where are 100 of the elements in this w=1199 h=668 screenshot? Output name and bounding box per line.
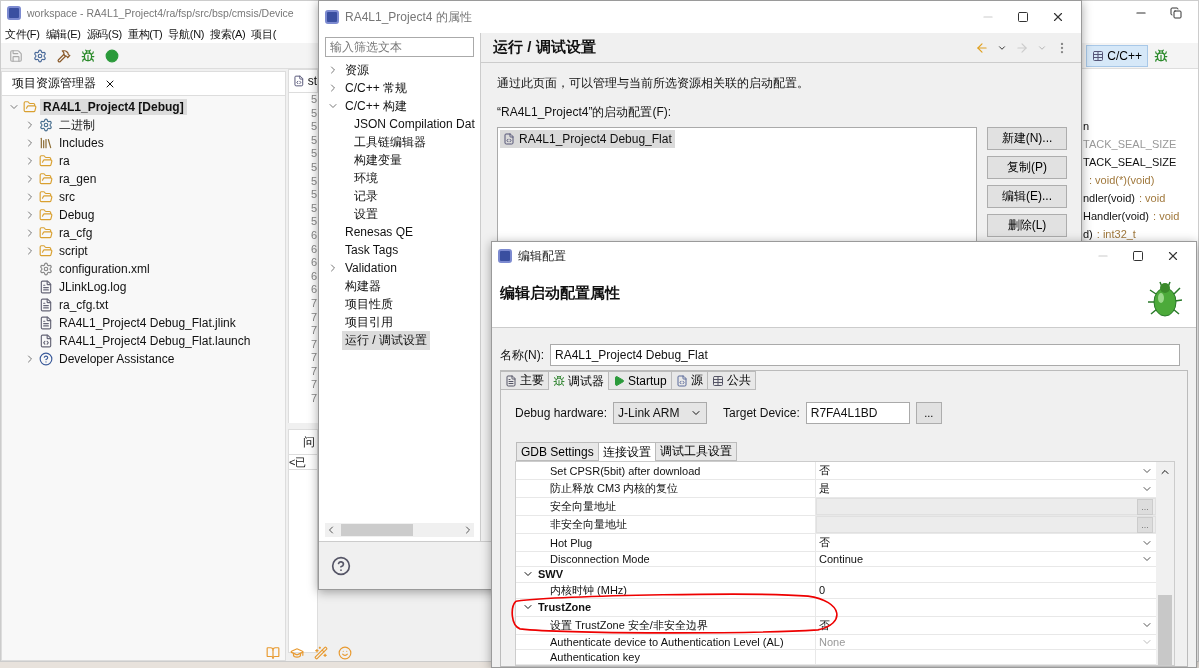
tab[interactable]: 调试器 — [548, 371, 609, 390]
dialog-button[interactable]: 编辑(E)... — [987, 185, 1067, 208]
tree-item[interactable]: 构建变量 — [351, 150, 405, 170]
tree-item[interactable]: C/C++ 常规 — [342, 78, 410, 98]
bug-icon[interactable] — [1154, 48, 1168, 63]
view-tab[interactable]: 问 — [303, 433, 315, 451]
tree-item[interactable]: 工具链编辑器 — [351, 132, 429, 152]
save-icon[interactable] — [9, 48, 23, 63]
back-icon[interactable] — [975, 40, 989, 55]
bug-icon[interactable] — [81, 48, 95, 63]
menu-item[interactable]: 源码(S) — [86, 26, 122, 42]
device-field[interactable]: R7FA4L1BD — [805, 402, 910, 424]
menu-item[interactable]: 文件(F) — [5, 26, 40, 42]
group-header[interactable]: TrustZone — [522, 601, 592, 613]
tree-item[interactable]: RA4L1_Project4 [Debug] — [40, 99, 187, 115]
tree-item[interactable]: 资源 — [342, 60, 372, 80]
source-folder-icon — [39, 154, 53, 168]
tree-item[interactable]: 项目性质 — [342, 294, 396, 314]
gear-icon[interactable] — [33, 48, 47, 63]
property-name: Authentication key — [550, 650, 640, 663]
outline-item[interactable]: Handler(void) — [1083, 210, 1150, 222]
play-icon — [613, 374, 625, 387]
tree-item[interactable]: 设置 — [351, 204, 381, 224]
menu-item[interactable]: 项目( — [251, 26, 277, 42]
filter-field[interactable]: 输入筛选文本 — [325, 37, 474, 57]
tree-item[interactable]: ra_cfg — [56, 225, 96, 241]
browse-button[interactable]: ... — [915, 402, 942, 424]
file-icon — [293, 75, 305, 87]
tab[interactable]: GDB Settings — [516, 442, 599, 461]
tree-item[interactable]: 记录 — [351, 186, 381, 206]
tab[interactable]: 连接设置 — [597, 442, 656, 461]
dialog-button[interactable]: 删除(L) — [987, 214, 1067, 237]
perspective-icon — [1092, 49, 1105, 62]
tree-item[interactable]: Developer Assistance — [56, 351, 178, 367]
tree-item[interactable]: ra — [56, 153, 73, 169]
line-number: 5 — [311, 133, 318, 148]
tree-item[interactable]: script — [56, 243, 91, 259]
tree-item[interactable]: Renesas QE — [342, 224, 417, 240]
tab[interactable]: 主要 — [500, 371, 549, 390]
tree-item[interactable]: C/C++ 构建 — [342, 96, 410, 116]
outline-item[interactable]: n — [1083, 120, 1090, 132]
restore-icon[interactable] — [1170, 7, 1182, 19]
smiley-icon[interactable] — [338, 646, 352, 660]
tree-item[interactable]: JSON Compilation Dat — [351, 116, 478, 132]
hardware-dropdown[interactable]: J-Link ARM — [613, 402, 708, 424]
tree-item[interactable]: 构建器 — [342, 276, 384, 296]
horizontal-scrollbar[interactable] — [325, 523, 474, 537]
line-number: 5 — [311, 160, 318, 175]
menu-item[interactable]: 导航(N) — [168, 26, 205, 42]
line-number: 6 — [311, 283, 318, 297]
menu-item[interactable]: 搜索(A) — [210, 26, 246, 42]
graduation-cap-icon[interactable] — [290, 646, 304, 660]
tree-item[interactable]: Validation — [342, 260, 400, 276]
gear-icon — [39, 118, 53, 132]
menu-item[interactable]: 编辑(E) — [45, 26, 81, 42]
menu-item[interactable]: 重构(T) — [127, 26, 163, 42]
hammer-icon[interactable] — [57, 48, 71, 63]
help-icon[interactable] — [331, 555, 351, 576]
tab[interactable]: 公共 — [706, 371, 756, 390]
outline-item[interactable]: TACK_SEAL_SIZE — [1083, 156, 1177, 168]
line-number: 7 — [311, 337, 318, 352]
dialog-button[interactable]: 新建(N)... — [987, 127, 1067, 150]
dialog-button[interactable]: 复制(P) — [987, 156, 1067, 179]
forward-icon[interactable] — [1015, 40, 1029, 55]
tree-item[interactable]: 二进制 — [56, 115, 98, 135]
outline-item[interactable]: d) — [1083, 228, 1093, 240]
folder-icon — [39, 208, 53, 222]
tree-item[interactable]: configuration.xml — [56, 261, 153, 277]
tree-item[interactable]: ra_gen — [56, 171, 100, 187]
perspective-button[interactable]: C/C++ — [1086, 44, 1148, 67]
tree-item[interactable]: JLinkLog.log — [56, 279, 130, 295]
tree-item[interactable]: Debug — [56, 207, 98, 223]
field-label: 名称(N): — [500, 346, 544, 364]
tree-item[interactable]: Task Tags — [342, 242, 402, 258]
group-header[interactable]: SWV — [522, 568, 564, 581]
tab[interactable]: 调试工具设置 — [654, 442, 737, 461]
outline-item[interactable]: ndler(void) — [1083, 192, 1135, 204]
tree-item[interactable]: 项目引用 — [342, 312, 396, 332]
maximize-icon[interactable] — [1017, 11, 1029, 23]
tree-item[interactable]: RA4L1_Project4 Debug_Flat.launch — [56, 333, 254, 349]
tab[interactable]: Startup — [608, 371, 672, 390]
tree-item[interactable]: RA4L1_Project4 Debug_Flat.jlink — [56, 315, 239, 331]
close-icon[interactable] — [1166, 249, 1180, 263]
close-icon[interactable] — [1051, 10, 1065, 24]
tree-item[interactable]: ra_cfg.txt — [56, 297, 112, 313]
tree-item[interactable]: 环境 — [351, 168, 381, 188]
name-field[interactable]: RA4L1_Project4 Debug_Flat — [550, 344, 1180, 366]
tab[interactable]: 源 — [670, 371, 708, 390]
bug-icon — [553, 375, 565, 387]
wand-icon[interactable] — [314, 646, 328, 660]
tree-item[interactable]: Includes — [56, 135, 107, 151]
dialog-title: RA4L1_Project4 的属性 — [345, 8, 472, 26]
book-icon[interactable] — [266, 646, 280, 660]
tree-item[interactable]: src — [56, 189, 78, 205]
list-item[interactable]: RA4L1_Project4 Debug_Flat — [500, 130, 675, 148]
editor-tab[interactable]: st — [288, 69, 318, 93]
vertical-scrollbar[interactable] — [1156, 462, 1174, 665]
maximize-icon[interactable] — [1132, 250, 1144, 262]
type-label: : int32_t — [1096, 228, 1136, 240]
tree-item[interactable]: 运行 / 调试设置 — [342, 330, 430, 350]
